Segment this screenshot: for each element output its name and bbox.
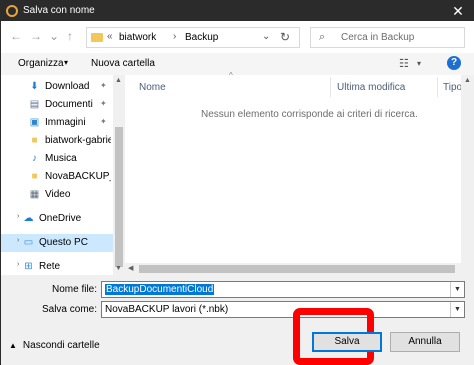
download-icon: ⬇	[30, 81, 39, 92]
scroll-up-icon[interactable]: ▲	[115, 77, 122, 84]
sidebar-item-questo-pc[interactable]: › ▭ Questo PC	[1, 234, 113, 252]
sidebar-scrollbar[interactable]: ▲ ▼	[113, 75, 125, 275]
hide-folders-label: Nascondi cartelle	[22, 340, 100, 351]
sidebar-item-video[interactable]: ▦ Video	[1, 186, 113, 204]
search-icon: ⌕	[319, 31, 326, 43]
sidebar-item-novabackup[interactable]: ■ NovaBACKUP_C	[1, 168, 113, 186]
documents-icon: ▤	[29, 99, 40, 110]
column-divider[interactable]	[437, 77, 438, 97]
column-header-type[interactable]: Tipo	[443, 82, 462, 93]
sidebar-item-label: OneDrive	[39, 213, 82, 224]
title-bar: Salva con nome ✕	[1, 1, 474, 21]
chevron-down-icon[interactable]: ▾	[64, 58, 68, 67]
browser-area: ⬇ Download ✦ ▤ Documenti ✦ ▣ Immagini ✦ …	[1, 71, 474, 275]
navigation-pane: ⬇ Download ✦ ▤ Documenti ✦ ▣ Immagini ✦ …	[1, 75, 125, 275]
sort-caret-icon: ^	[229, 71, 233, 80]
hide-folders-toggle[interactable]: ▲ Nascondi cartelle	[9, 340, 100, 351]
chevron-right-icon[interactable]: ›	[173, 31, 176, 42]
search-box[interactable]: ⌕ Cerca in Backup	[310, 27, 465, 48]
save-as-dialog: Salva con nome ✕ ← → ⌄ ↑ « biatwork › Ba…	[0, 0, 474, 365]
scroll-up-icon[interactable]: ▲	[464, 77, 471, 84]
window-title: Salva con nome	[23, 5, 95, 16]
cancel-button[interactable]: Annulla	[390, 332, 460, 352]
new-folder-button[interactable]: Nuova cartella	[91, 58, 155, 69]
breadcrumb-backup[interactable]: Backup	[185, 32, 218, 43]
sidebar-item-documenti[interactable]: ▤ Documenti ✦	[1, 96, 113, 114]
sidebar-item-label: biatwork-gabriel	[45, 135, 111, 146]
computer-icon: ▭	[23, 237, 34, 248]
chevron-down-icon[interactable]: ▾	[417, 59, 421, 68]
save-type-label: Salva come:	[41, 304, 97, 315]
chevron-down-icon[interactable]: ⌄	[262, 31, 270, 42]
recent-locations-icon[interactable]: ⌄	[47, 29, 61, 43]
pin-icon[interactable]: ✦	[100, 99, 107, 108]
back-icon[interactable]: ←	[9, 29, 23, 43]
onedrive-icon: ☁	[23, 213, 34, 224]
organize-button[interactable]: Organizza	[18, 58, 64, 69]
save-type-select[interactable]: NovaBACKUP lavori (*.nbk) ▼	[101, 301, 465, 318]
save-button[interactable]: Salva	[312, 332, 382, 352]
sidebar-item-biatwork[interactable]: ■ biatwork-gabriel	[1, 132, 113, 150]
scroll-down-icon[interactable]: ▼	[115, 265, 122, 272]
vertical-scrollbar[interactable]: ▲	[461, 75, 474, 275]
expand-icon[interactable]: ›	[17, 213, 19, 220]
file-list: ^ Nome Ultima modifica Tipo Nessun eleme…	[125, 71, 474, 275]
chevron-up-icon: ▲	[9, 341, 17, 350]
filename-label: Nome file:	[51, 284, 97, 295]
chevron-down-icon[interactable]: ▼	[450, 282, 464, 297]
refresh-icon[interactable]: ↻	[280, 30, 290, 44]
filename-input[interactable]: BackupDocumentiCloud	[105, 284, 215, 295]
scrollbar-thumb[interactable]	[115, 127, 123, 267]
pin-icon[interactable]: ✦	[100, 81, 107, 90]
navigation-bar: ← → ⌄ ↑ « biatwork › Backup ⌄ ↻ ⌕ Cerca …	[1, 21, 474, 53]
column-header-name[interactable]: Nome	[139, 82, 166, 93]
sidebar-item-rete[interactable]: › ⊞ Rete	[1, 258, 113, 272]
sidebar-item-label: Rete	[39, 261, 61, 272]
network-icon: ⊞	[24, 261, 33, 272]
folder-icon: ■	[31, 135, 38, 146]
close-icon[interactable]: ✕	[443, 2, 473, 20]
column-divider[interactable]	[330, 77, 331, 97]
sidebar-item-label: NovaBACKUP_C	[45, 171, 111, 182]
video-icon: ▦	[29, 189, 40, 200]
save-form: Nome file: BackupDocumentiCloud ▼ Salva …	[1, 275, 474, 365]
folder-icon	[91, 33, 103, 42]
sidebar-item-musica[interactable]: ♪ Musica	[1, 150, 113, 168]
sidebar-item-label: Questo PC	[39, 237, 88, 248]
pictures-icon: ▣	[29, 117, 40, 128]
forward-icon[interactable]: →	[29, 29, 43, 43]
sidebar-item-onedrive[interactable]: › ☁ OneDrive	[1, 210, 113, 228]
folder-icon: ■	[31, 171, 38, 182]
music-icon: ♪	[32, 153, 37, 164]
chevron-left-icon[interactable]: «	[107, 31, 113, 42]
sidebar-item-label: Video	[45, 189, 71, 200]
chevron-down-icon[interactable]: ▼	[450, 302, 464, 317]
pin-icon[interactable]: ✦	[100, 117, 107, 126]
command-bar: Organizza ▾ Nuova cartella ☷ ▾ ?	[1, 53, 474, 75]
scroll-left-icon[interactable]: ◀	[128, 264, 133, 272]
help-icon[interactable]: ?	[447, 56, 461, 70]
save-type-value[interactable]: NovaBACKUP lavori (*.nbk)	[105, 304, 228, 315]
scrollbar-thumb[interactable]	[139, 265, 455, 273]
view-options-icon[interactable]: ☷	[399, 57, 409, 70]
up-folder-icon[interactable]: ↑	[63, 29, 77, 43]
breadcrumb-biatwork[interactable]: biatwork	[119, 32, 156, 43]
filename-field[interactable]: BackupDocumentiCloud ▼	[101, 281, 465, 298]
empty-message: Nessun elemento corrisponde ai criteri d…	[201, 109, 418, 120]
search-input[interactable]: Cerca in Backup	[341, 32, 414, 43]
app-icon	[6, 5, 18, 17]
sidebar-item-download[interactable]: ⬇ Download ✦	[1, 78, 113, 96]
expand-icon[interactable]: ›	[17, 237, 19, 244]
column-header-modified[interactable]: Ultima modifica	[337, 82, 405, 93]
sidebar-item-label: Musica	[45, 153, 77, 164]
horizontal-scrollbar[interactable]: ◀	[125, 263, 461, 275]
expand-icon[interactable]: ›	[17, 261, 19, 268]
sidebar-item-immagini[interactable]: ▣ Immagini ✦	[1, 114, 113, 132]
address-bar[interactable]: « biatwork › Backup ⌄ ↻	[86, 27, 300, 48]
